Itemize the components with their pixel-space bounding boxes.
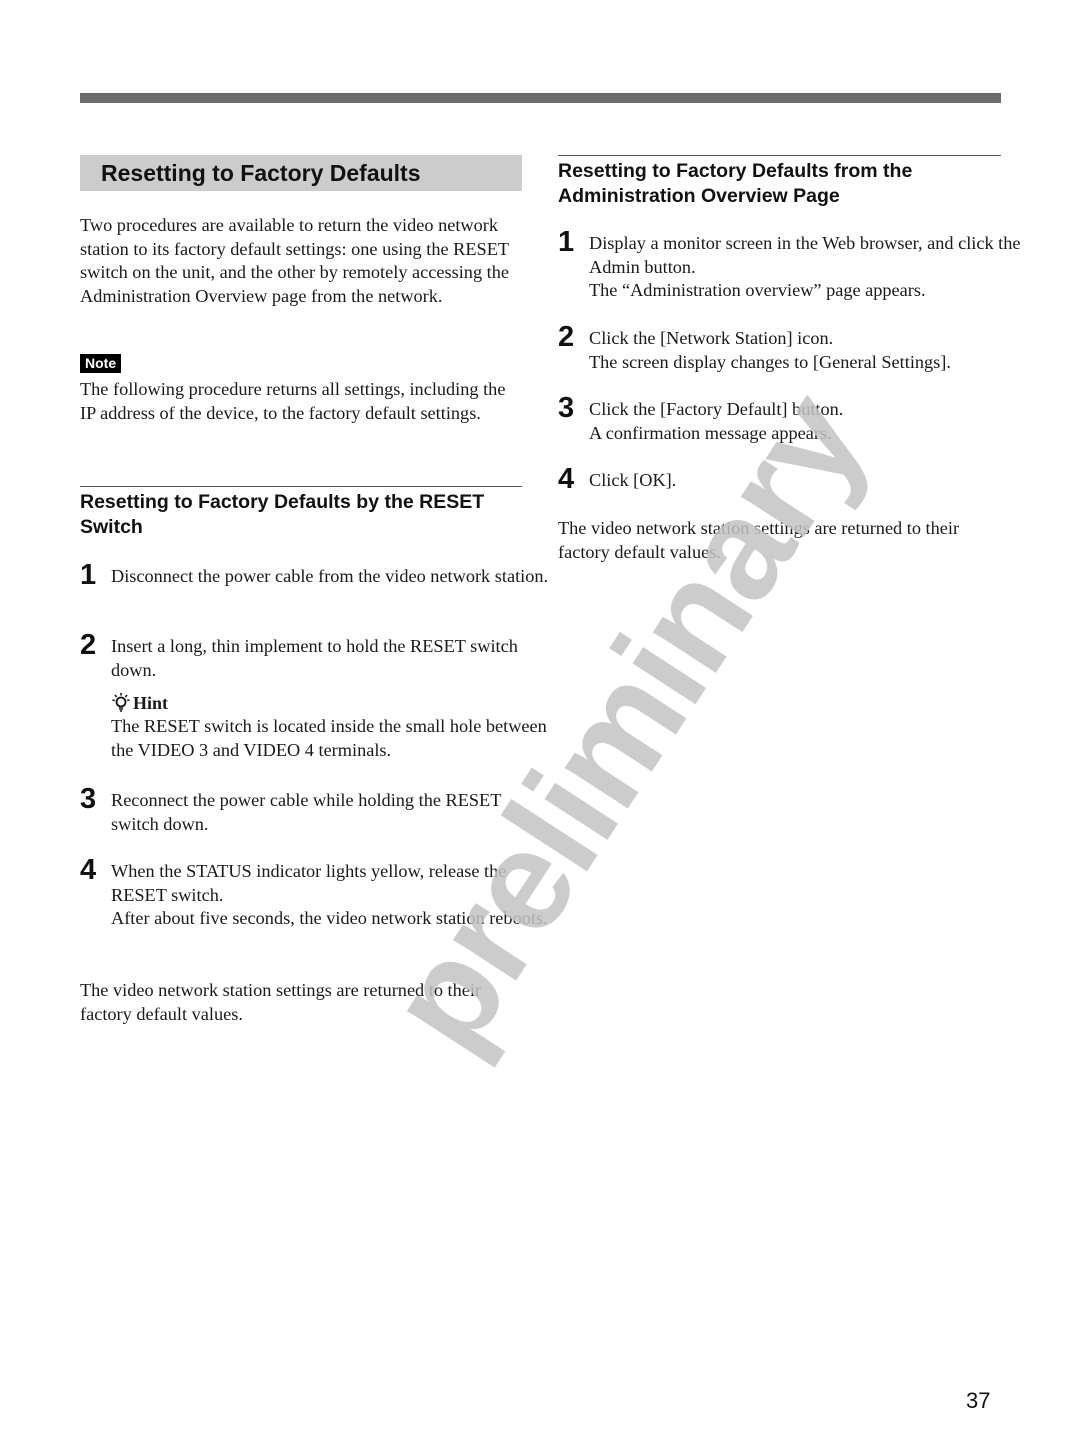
subheading-admin-overview: Resetting to Factory Defaults from the A… (558, 155, 1001, 209)
step-result: After about five seconds, the video netw… (111, 908, 548, 928)
note-block: Note (80, 354, 122, 373)
step-number: 2 (80, 629, 97, 661)
subheading-reset-switch: Resetting to Factory Defaults by the RES… (80, 486, 522, 540)
step-text: Display a monitor screen in the Web brow… (589, 233, 1021, 277)
step-text: Click the [Factory Default] button. (589, 399, 844, 419)
note-text: The following procedure returns all sett… (80, 379, 506, 423)
hint-heading: Hint (111, 692, 553, 715)
note-badge: Note (80, 354, 122, 373)
left-step-1: 1 Disconnect the power cable from the vi… (80, 559, 553, 591)
step-result: The screen display changes to [General S… (589, 351, 951, 372)
step-result: The “Administration overview” page appea… (589, 280, 926, 300)
step-number: 4 (558, 463, 575, 495)
step-result: A confirmation message appears. (589, 422, 832, 443)
step-number: 1 (80, 559, 97, 591)
step-text: Insert a long, thin implement to hold th… (111, 636, 518, 680)
section-title: Resetting to Factory Defaults (80, 155, 522, 191)
step-text: Disconnect the power cable from the vide… (111, 566, 549, 586)
step-number: 4 (80, 854, 97, 886)
right-step-4: 4 Click [OK]. (558, 463, 1032, 495)
page-number: 37 (966, 1388, 991, 1413)
step-text: Click the [Network Station] icon. (589, 328, 834, 348)
step-number: 3 (80, 783, 97, 815)
left-step-3: 3 Reconnect the power cable while holdin… (80, 783, 553, 836)
step-text: Click [OK]. (589, 470, 677, 490)
step-number: 3 (558, 392, 575, 424)
header-rule (80, 93, 1001, 103)
right-step-2: 2 Click the [Network Station] icon. The … (558, 321, 1032, 374)
left-step-2: 2 Insert a long, thin implement to hold … (80, 629, 553, 762)
hint-label: Hint (133, 693, 169, 713)
lightbulb-icon (112, 693, 130, 712)
left-step-4: 4 When the STATUS indicator lights yello… (80, 854, 553, 931)
right-step-1: 1 Display a monitor screen in the Web br… (558, 226, 1032, 303)
hint-text: The RESET switch is located inside the s… (111, 716, 547, 760)
right-step-3: 3 Click the [Factory Default] button. A … (558, 392, 1032, 445)
step-number: 1 (558, 226, 575, 258)
step-number: 2 (558, 321, 575, 353)
right-conclusion: The video network station settings are r… (558, 518, 960, 562)
left-conclusion: The video network station settings are r… (80, 980, 482, 1024)
step-text: Reconnect the power cable while holding … (111, 790, 502, 834)
intro-paragraph: Two procedures are available to return t… (80, 215, 509, 306)
step-text: When the STATUS indicator lights yellow,… (111, 861, 507, 905)
